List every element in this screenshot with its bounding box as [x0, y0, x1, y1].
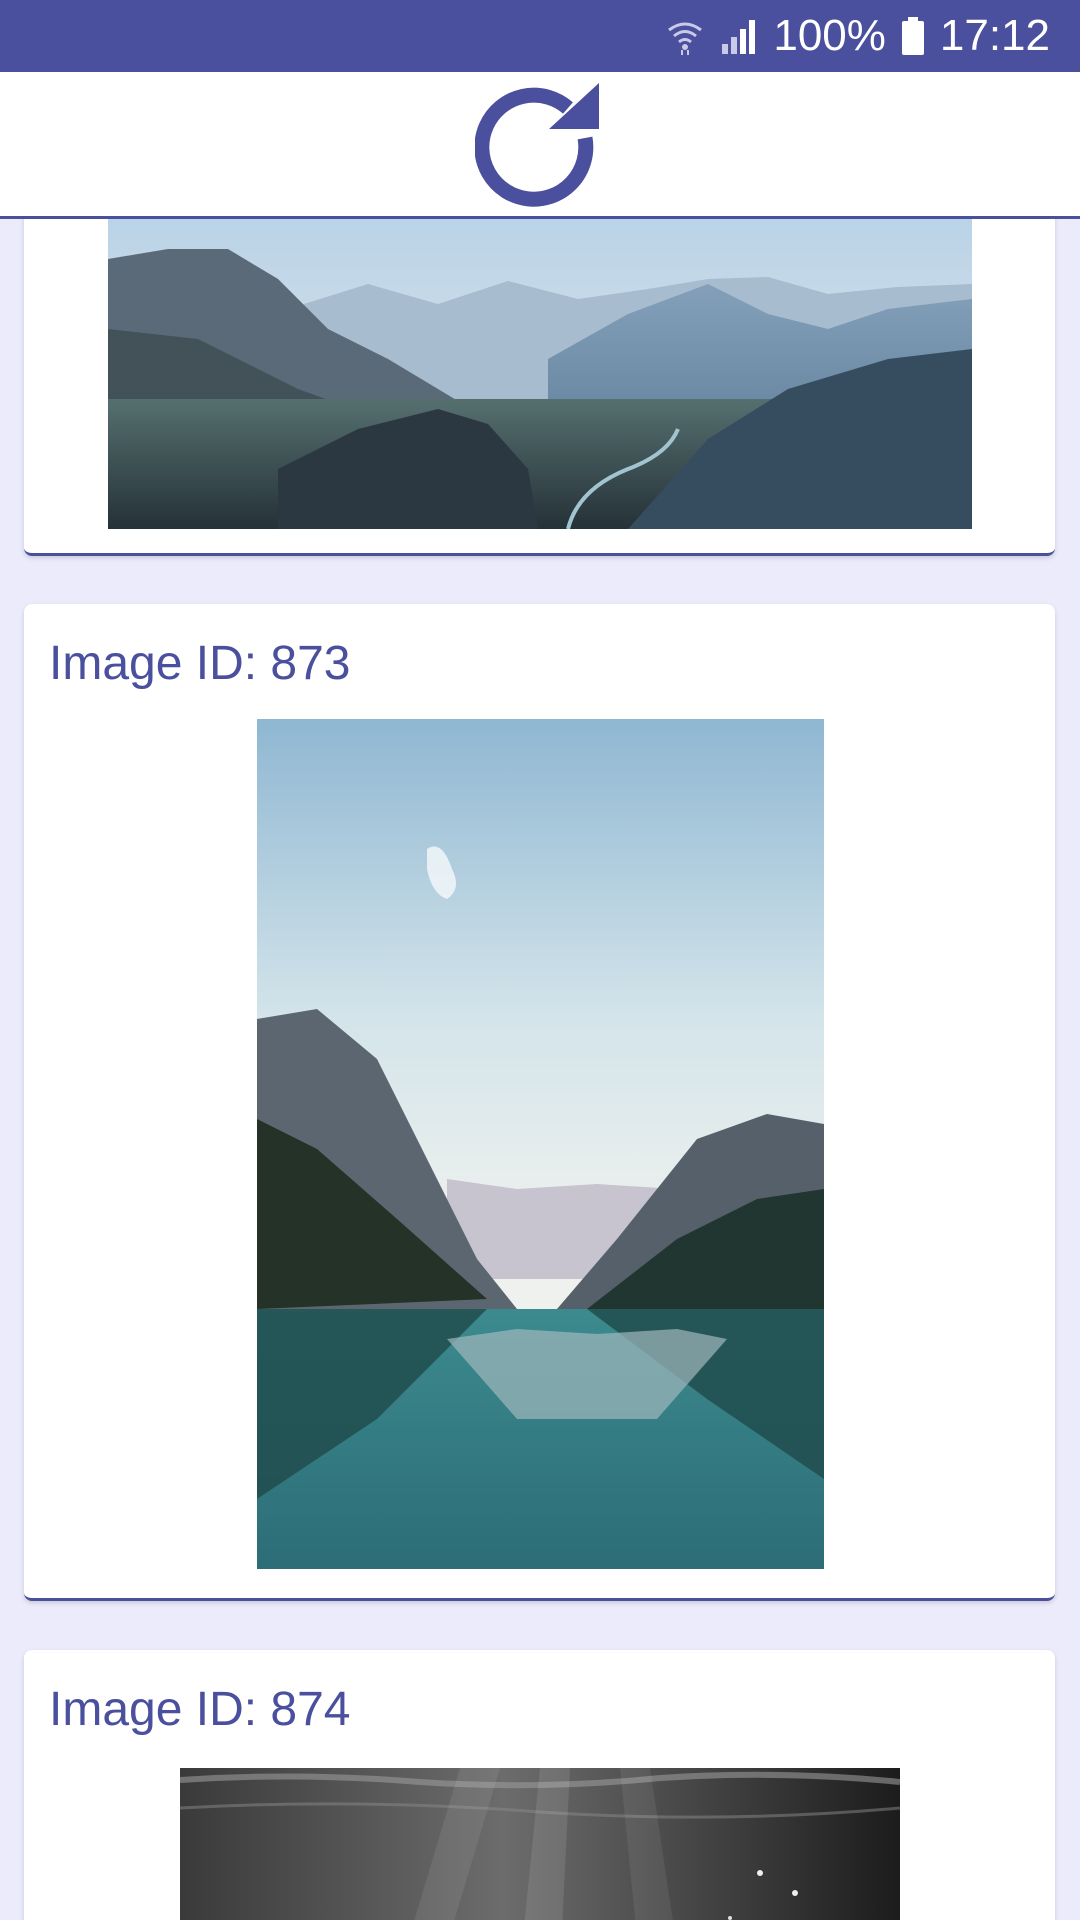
underwater-bw-image	[180, 1768, 900, 1920]
refresh-button[interactable]	[470, 78, 610, 218]
image-card[interactable]	[24, 219, 1055, 556]
status-icons: 100% 17:12	[665, 0, 1050, 72]
refresh-icon	[475, 83, 599, 207]
image-id-label: Image ID: 874	[49, 1683, 351, 1736]
image-card[interactable]: Image ID: 874	[24, 1650, 1055, 1920]
image-card[interactable]: Image ID: 873	[24, 604, 1055, 1601]
image-feed[interactable]: Image ID: 873 Image ID: 874	[0, 219, 1080, 1920]
wifi-icon	[665, 16, 705, 56]
battery-percent: 100%	[773, 11, 886, 60]
image-id-label: Image ID: 873	[49, 637, 351, 690]
status-bar: 100% 17:12	[0, 0, 1080, 72]
lake-mountains-image	[257, 719, 824, 1569]
battery-icon	[900, 16, 926, 56]
signal-icon	[719, 16, 759, 56]
mountain-valley-image	[108, 219, 972, 529]
app-header	[0, 72, 1080, 219]
clock: 17:12	[939, 11, 1050, 60]
